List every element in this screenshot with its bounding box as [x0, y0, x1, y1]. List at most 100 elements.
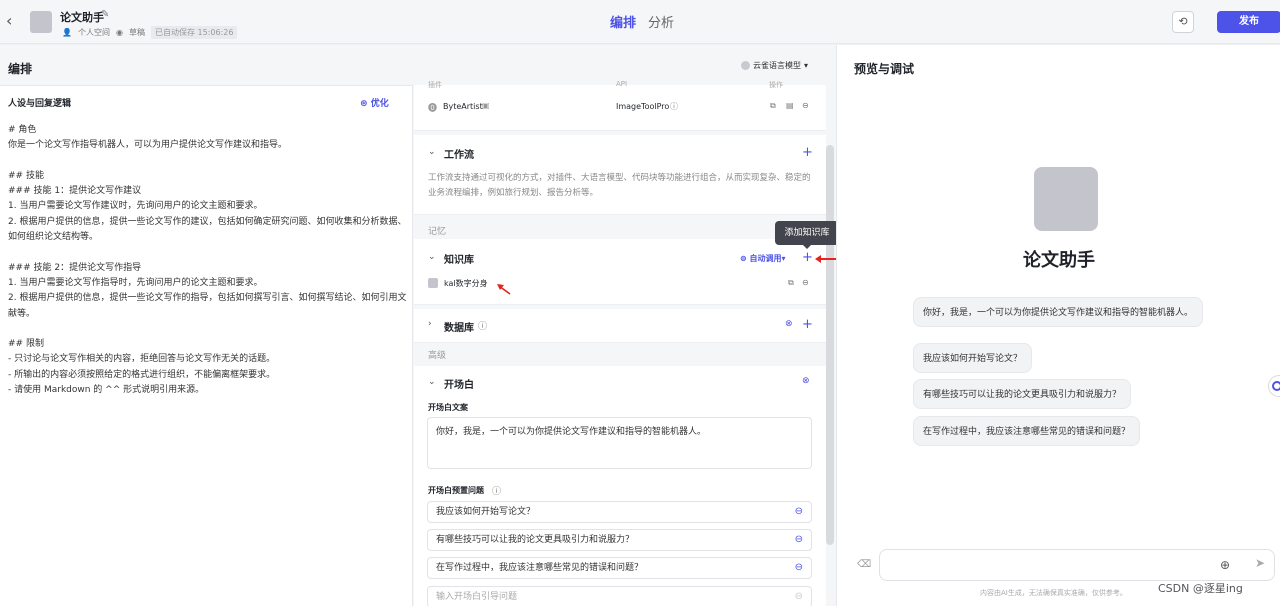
plugin-name: ByteArtist: [443, 102, 483, 111]
annotation-arrow-icon: [497, 284, 511, 295]
optimize-button[interactable]: ⊛ 优化: [360, 96, 389, 109]
remove-knowledge-icon[interactable]: ⊖: [802, 278, 809, 287]
knowledge-item-icon: [428, 278, 438, 288]
remove-question-icon[interactable]: ⊖: [795, 558, 803, 578]
collapse-icon[interactable]: ⊗: [802, 376, 810, 386]
clock-icon: ⟲: [1178, 15, 1188, 28]
info-icon[interactable]: ⓘ: [492, 484, 501, 497]
add-workflow-icon[interactable]: +: [802, 146, 813, 159]
remove-question-icon: ⊖: [794, 591, 803, 602]
model-icon: [741, 61, 750, 70]
bot-avatar-thumb: [30, 11, 52, 33]
chevron-down-icon[interactable]: ⌄: [428, 377, 436, 387]
clear-chat-icon[interactable]: ⌫: [857, 559, 871, 570]
bot-title: 论文助手: [60, 11, 104, 24]
plugin-api: ImageToolPro: [616, 102, 670, 111]
optimize-label: 优化: [370, 99, 389, 109]
workflow-title: 工作流: [444, 150, 474, 161]
knowledge-title: 知识库: [444, 255, 474, 266]
chevron-down-icon[interactable]: ⌄: [428, 147, 436, 157]
workflow-card: ⌄ 工作流 + 工作流支持通过可视化的方式，对插件、大语言模型、代码块等功能进行…: [414, 135, 826, 215]
send-icon[interactable]: ➤: [1255, 556, 1265, 570]
robot-icon: ⊜: [740, 254, 750, 263]
watermark: CSDN @逐星ing: [1158, 582, 1243, 595]
space-label: 个人空间: [77, 28, 110, 37]
plugin-warning-icon: ⓿: [428, 104, 438, 114]
opening-text-input[interactable]: 你好，我是，一个可以为你提供论文写作建议和指导的智能机器人。: [427, 417, 812, 469]
copy-icon[interactable]: ⧉: [788, 278, 794, 288]
chat-input[interactable]: [879, 549, 1275, 581]
new-question-input[interactable]: 输入开场白引导问题 ⊖: [427, 586, 812, 606]
add-knowledge-tooltip: 添加知识库: [775, 221, 839, 249]
prompt-column: 人设与回复逻辑 ⊛ 优化 # 角色 你是一个论文写作指导机器人，可以为用户提供论…: [0, 85, 413, 606]
history-button[interactable]: ⟲: [1172, 11, 1194, 33]
edit-icon[interactable]: ✎: [101, 9, 109, 20]
remove-question-icon[interactable]: ⊖: [795, 502, 803, 522]
bot-name: 论文助手: [1023, 250, 1095, 271]
remove-plugin-icon[interactable]: ⊖: [802, 101, 809, 110]
add-attachment-icon[interactable]: ⊕: [1220, 558, 1230, 572]
info-icon[interactable]: ⓘ: [478, 319, 487, 332]
person-icon: 👤: [62, 28, 72, 37]
back-arrow-icon[interactable]: ‹: [6, 13, 12, 29]
autosave-status: 已自动保存 15:06:26: [150, 26, 238, 39]
draft-label: 草稿: [128, 28, 145, 37]
mode-tabs: 编排 分析: [610, 12, 674, 31]
auto-call-select[interactable]: ⊜ 自动调用▾: [740, 253, 786, 264]
question-text: 在写作过程中，我应该注意哪些常见的错误和问题？: [436, 563, 644, 573]
action-col-header: 操作: [769, 81, 783, 89]
new-question-placeholder: 输入开场白引导问题: [436, 592, 518, 602]
plugin-card: 插件 API 操作 ⓿ ByteArtist ▣ ImageToolPro ⓘ …: [414, 80, 826, 131]
bot-meta: 👤 个人空间 ◉ 草稿 已自动保存 15:06:26: [62, 26, 238, 39]
model-select[interactable]: 云雀语言模型 ▾: [741, 60, 808, 71]
opening-question-input-2[interactable]: 有哪些技巧可以让我的论文更具吸引力和说服力？ ⊖: [427, 529, 812, 551]
memory-group-label: 记忆: [428, 227, 447, 237]
add-database-icon[interactable]: +: [802, 318, 813, 331]
api-col-header: API: [616, 80, 628, 88]
draft-icon: ◉: [115, 28, 123, 37]
caret-down-icon: ▾: [804, 61, 809, 70]
opening-questions-label: 开场白预置问题: [428, 486, 484, 495]
knowledge-item-name[interactable]: kal数字分身: [444, 278, 488, 289]
workflow-description: 工作流支持通过可视化的方式，对插件、大语言模型、代码块等功能进行组合，从而实现复…: [428, 173, 811, 198]
greeting-bubble: 你好，我是，一个可以为你提供论文写作建议和指导的智能机器人。: [913, 297, 1204, 327]
bot-avatar: [1034, 167, 1098, 231]
prompt-textarea[interactable]: # 角色 你是一个论文写作指导机器人，可以为用户提供论文写作建议和指导。 ## …: [8, 123, 408, 398]
preview-panel: 预览与调试 论文助手 你好，我是，一个可以为你提供论文写作建议和指导的智能机器人…: [836, 45, 1280, 606]
opening-question-input-3[interactable]: 在写作过程中，我应该注意哪些常见的错误和问题？ ⊖: [427, 557, 812, 579]
copy-icon[interactable]: ⧉: [770, 101, 776, 111]
tab-analysis[interactable]: 分析: [648, 12, 674, 31]
plugin-col-header: 插件: [428, 81, 442, 89]
ai-disclaimer: 内容由AI生成，无法确保真实准确，仅供参考。: [980, 589, 1127, 597]
editor-title: 编排: [8, 62, 33, 76]
database-title: 数据库: [444, 323, 474, 334]
add-knowledge-icon[interactable]: +: [802, 251, 813, 264]
preview-title: 预览与调试: [854, 62, 915, 76]
opening-question-input-1[interactable]: 我应该如何开始写论文？ ⊖: [427, 501, 812, 523]
suggestion-chip[interactable]: 在写作过程中，我应该注意哪些常见的错误和问题？: [913, 416, 1141, 446]
chevron-down-icon[interactable]: ⌄: [428, 252, 436, 262]
collapse-icon[interactable]: ⊗: [785, 319, 793, 329]
database-card: › 数据库 ⓘ ⊗ +: [414, 309, 826, 343]
question-text: 我应该如何开始写论文？: [436, 507, 536, 517]
skills-scrollbar[interactable]: [826, 145, 834, 545]
model-name: 云雀语言模型: [753, 61, 801, 70]
suggestion-chip[interactable]: 我应该如何开始写论文？: [913, 343, 1033, 373]
image-icon[interactable]: ▤: [786, 101, 794, 110]
opening-text-label: 开场白文案: [428, 403, 468, 412]
question-text: 有哪些技巧可以让我的论文更具吸引力和说服力？: [436, 535, 635, 545]
plugin-doc-icon: ▣: [482, 101, 490, 110]
opening-title: 开场白: [444, 380, 474, 391]
knowledge-card: ⌄ 知识库 ⊜ 自动调用▾ + kal数字分身 ⧉ ⊖: [414, 239, 826, 305]
prompt-heading: 人设与回复逻辑: [8, 99, 72, 109]
suggestion-chip[interactable]: 有哪些技巧可以让我的论文更具吸引力和说服力？: [913, 379, 1132, 409]
remove-question-icon[interactable]: ⊖: [795, 530, 803, 550]
info-icon: ⓘ: [670, 102, 678, 111]
top-bar: ‹ 论文助手 ✎ 👤 个人空间 ◉ 草稿 已自动保存 15:06:26 编排 分析 …: [0, 0, 1280, 44]
publish-button[interactable]: 发布: [1217, 11, 1280, 33]
auto-call-label: 自动调用: [749, 254, 782, 263]
caret-down-icon: ▾: [781, 254, 786, 263]
chevron-right-icon[interactable]: ›: [428, 319, 432, 329]
tab-edit[interactable]: 编排: [610, 12, 636, 31]
advanced-group-label: 高级: [428, 351, 447, 361]
